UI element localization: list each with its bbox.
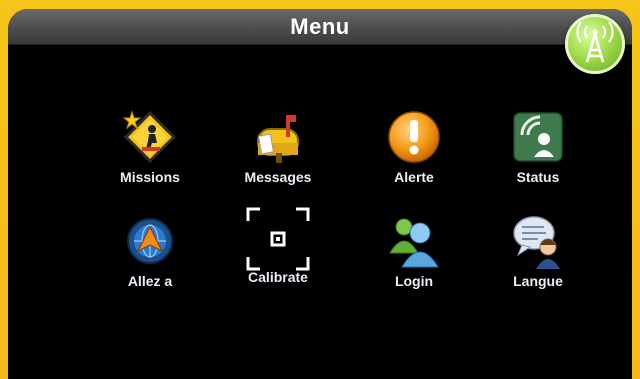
- menu-item-label: Missions: [120, 169, 180, 185]
- calibrate-icon: [246, 207, 310, 271]
- page-title: Menu: [290, 14, 350, 39]
- title-bar: Menu: [8, 9, 632, 45]
- signal-tower-icon[interactable]: [565, 14, 625, 74]
- status-signal-icon: [510, 109, 566, 165]
- missions-roadwork-icon: [122, 109, 178, 165]
- language-chat-icon: [510, 213, 566, 269]
- alert-icon: [386, 109, 442, 165]
- menu-item-label: Allez a: [127, 273, 173, 289]
- menu-item-label: Langue: [513, 273, 563, 289]
- menu-item-status[interactable]: Status: [478, 109, 598, 185]
- menu-item-alerte[interactable]: Alerte: [354, 109, 474, 185]
- menu-item-label: Messages: [244, 169, 312, 185]
- menu-item-calibrate[interactable]: Calibrate: [218, 207, 338, 285]
- users-login-icon: [386, 213, 442, 269]
- menu-screen: Menu Missions Messages Alerte Status All…: [8, 9, 632, 379]
- mailbox-icon: [250, 109, 306, 165]
- menu-item-label: Alerte: [394, 169, 434, 185]
- menu-item-label: Calibrate: [248, 269, 308, 285]
- menu-item-messages[interactable]: Messages: [218, 109, 338, 185]
- menu-item-label: Status: [516, 169, 560, 185]
- menu-item-langue[interactable]: Langue: [478, 213, 598, 289]
- menu-item-missions[interactable]: Missions: [90, 109, 210, 185]
- navigate-globe-icon: [122, 213, 178, 269]
- menu-item-allez-a[interactable]: Allez a: [90, 213, 210, 289]
- menu-item-login[interactable]: Login: [354, 213, 474, 289]
- menu-item-label: Login: [394, 273, 434, 289]
